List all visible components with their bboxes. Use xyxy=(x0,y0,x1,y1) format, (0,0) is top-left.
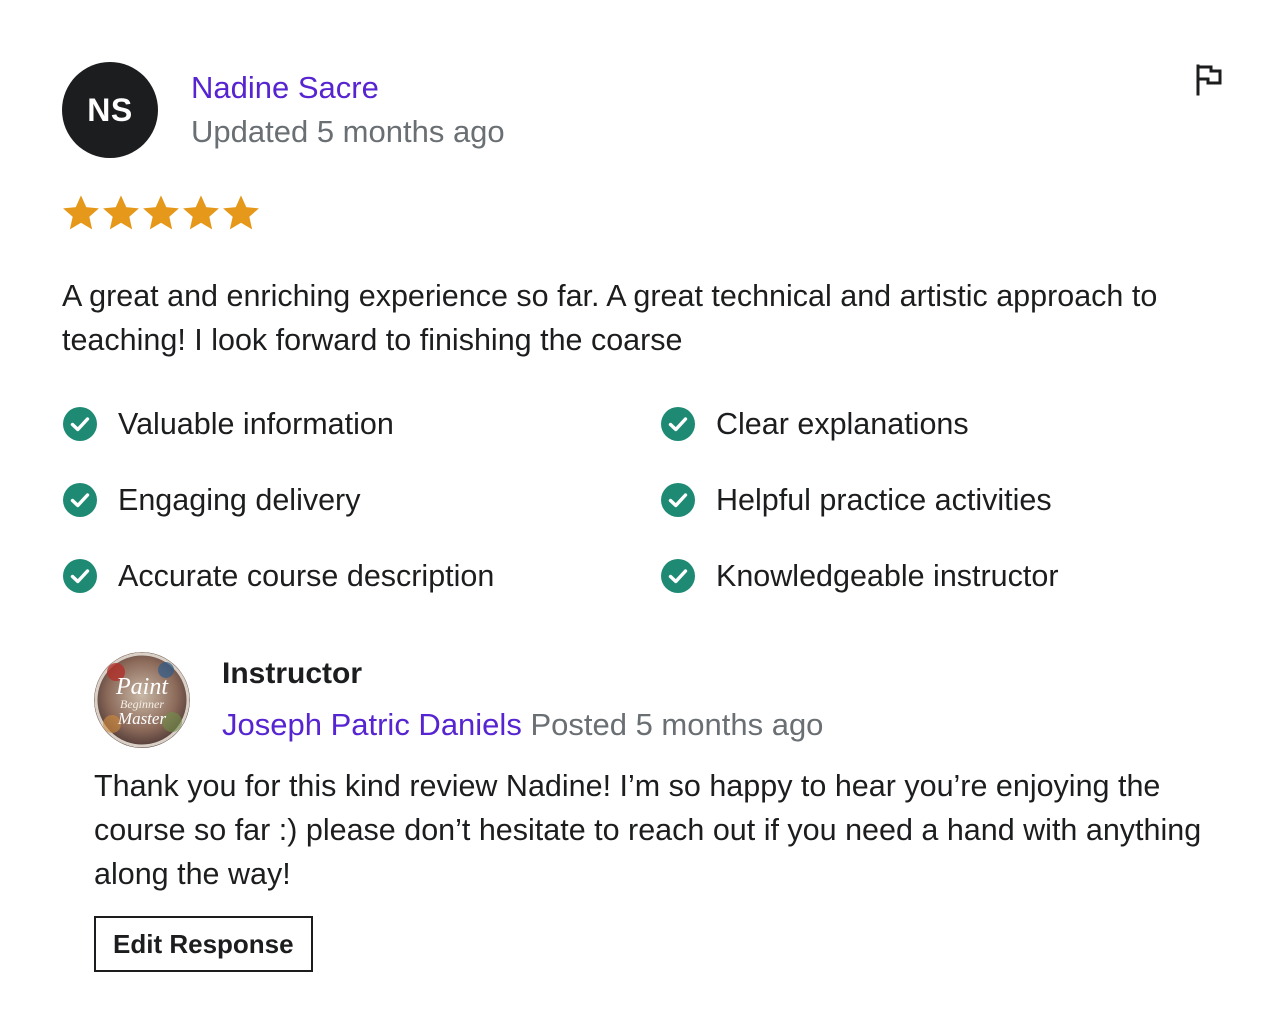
feedback-label: Engaging delivery xyxy=(118,482,361,517)
response-text: Thank you for this kind review Nadine! I… xyxy=(94,769,1202,891)
star-rating xyxy=(62,194,1230,234)
edit-response-button[interactable]: Edit Response xyxy=(94,916,313,972)
response-header: Paint Beginner Master Instructor Joseph … xyxy=(94,652,1244,748)
response-role-label: Instructor xyxy=(222,657,363,690)
feedback-item: Accurate course description xyxy=(62,558,660,594)
response-meta: Instructor Joseph Patric Daniels Posted … xyxy=(222,655,823,745)
review-text: A great and enriching experience so far.… xyxy=(62,279,1158,357)
feedback-label: Helpful practice activities xyxy=(716,482,1052,517)
review-header: NS Nadine Sacre Updated 5 months ago xyxy=(62,62,1230,158)
instructor-avatar[interactable]: Paint Beginner Master xyxy=(94,652,190,748)
response-posted-time: Posted 5 months ago xyxy=(530,707,824,742)
feedback-label: Accurate course description xyxy=(118,558,495,593)
reviewer-name-link[interactable]: Nadine Sacre xyxy=(191,68,505,108)
review-card: NS Nadine Sacre Updated 5 months ago A g… xyxy=(62,62,1230,594)
reviewer-avatar: NS xyxy=(62,62,158,158)
check-circle-icon xyxy=(660,558,696,594)
response-author-line: Joseph Patric Daniels Posted 5 months ag… xyxy=(222,705,823,745)
instructor-response: Paint Beginner Master Instructor Joseph … xyxy=(94,652,1244,972)
feedback-list: Valuable information Clear explanations En… xyxy=(62,406,1230,594)
feedback-item: Helpful practice activities xyxy=(660,482,1230,518)
star-icon xyxy=(182,194,222,234)
feedback-label: Knowledgeable instructor xyxy=(716,558,1059,593)
check-circle-icon xyxy=(62,558,98,594)
feedback-label: Clear explanations xyxy=(716,406,969,441)
feedback-item: Knowledgeable instructor xyxy=(660,558,1230,594)
star-icon xyxy=(142,194,182,234)
feedback-item: Engaging delivery xyxy=(62,482,660,518)
check-circle-icon xyxy=(660,406,696,442)
feedback-item: Clear explanations xyxy=(660,406,1230,442)
check-circle-icon xyxy=(62,406,98,442)
feedback-label: Valuable information xyxy=(118,406,394,441)
feedback-item: Valuable information xyxy=(62,406,660,442)
svg-text:Master: Master xyxy=(117,709,167,728)
star-icon xyxy=(102,194,142,234)
instructor-name-link[interactable]: Joseph Patric Daniels xyxy=(222,707,522,742)
flag-icon[interactable] xyxy=(1194,64,1224,96)
star-icon xyxy=(62,194,102,234)
review-updated-time: Updated 5 months ago xyxy=(191,114,505,149)
reviewer-meta: Nadine Sacre Updated 5 months ago xyxy=(191,68,505,152)
star-icon xyxy=(222,194,262,234)
check-circle-icon xyxy=(62,482,98,518)
check-circle-icon xyxy=(660,482,696,518)
